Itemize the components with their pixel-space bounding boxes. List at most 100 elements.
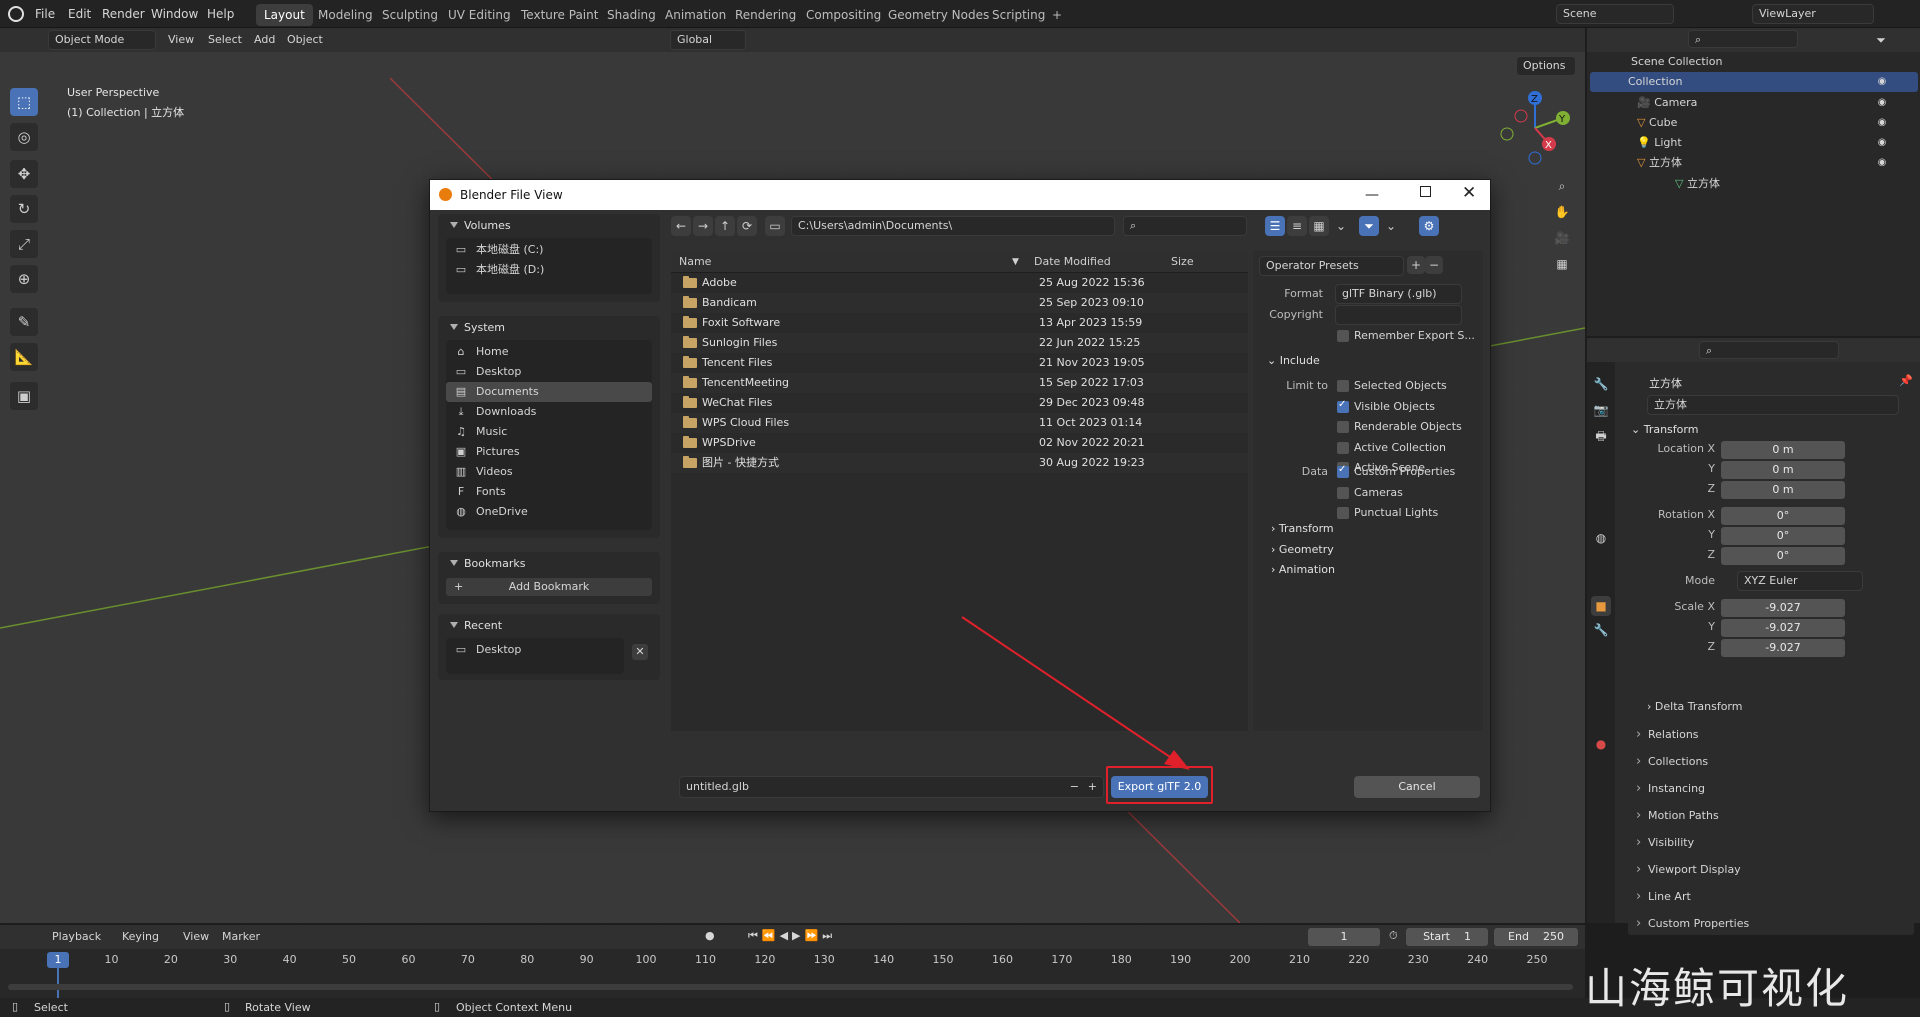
column-date[interactable]: Date Modified (1034, 251, 1111, 273)
file-row[interactable]: Bandicam 25 Sep 2023 09:10 (671, 293, 1248, 313)
remove-preset-icon[interactable]: − (1425, 256, 1443, 274)
menu-help[interactable]: Help (201, 0, 240, 28)
system-item-downloads[interactable]: ⤓ Downloads (446, 402, 652, 422)
rotate-tool-icon[interactable]: ↻ (10, 195, 38, 223)
location-y-field[interactable]: 0 m (1721, 461, 1845, 479)
system-item-desktop[interactable]: ▭ Desktop (446, 362, 652, 382)
file-row[interactable]: Foxit Software 13 Apr 2023 15:59 (671, 313, 1248, 333)
options-button[interactable]: Options (1516, 56, 1576, 76)
outliner-light[interactable]: 💡 Light (1637, 133, 1682, 153)
properties-section[interactable]: Collections (1628, 751, 1914, 773)
eye-icon[interactable]: ◉ (1876, 117, 1888, 129)
outliner-search-input[interactable]: ⌕ (1688, 30, 1798, 48)
tool-tab-icon[interactable]: 🔧 (1591, 374, 1611, 394)
transform-tool-icon[interactable]: ⊕ (10, 265, 38, 293)
file-row[interactable]: TencentMeeting 15 Sep 2022 17:03 (671, 373, 1248, 393)
tab-uv-editing[interactable]: UV Editing (440, 4, 519, 26)
include-header[interactable]: ⌄ Include (1267, 354, 1320, 367)
tab-modeling[interactable]: Modeling (310, 4, 381, 26)
delta-transform-section[interactable]: › Delta Transform (1647, 700, 1742, 713)
output-tab-icon[interactable]: 🖶 (1591, 426, 1611, 446)
forward-arrow-icon[interactable]: → (693, 216, 713, 236)
menu-add[interactable]: Add (254, 33, 275, 46)
timeline-scrollbar[interactable] (8, 984, 1573, 990)
render-tab-icon[interactable]: 📷 (1591, 400, 1611, 420)
tab-layout[interactable]: Layout (256, 4, 313, 26)
display-dropdown-icon[interactable]: ⌄ (1331, 216, 1351, 236)
file-row[interactable]: Sunlogin Files 22 Jun 2022 15:25 (671, 333, 1248, 353)
rotation-mode-selector[interactable]: XYZ Euler (1737, 571, 1863, 591)
outliner-mesh-data[interactable]: ▽ 立方体 (1675, 174, 1720, 194)
rotation-z-field[interactable]: 0° (1721, 547, 1845, 565)
file-row[interactable]: Adobe 25 Aug 2022 15:36 (671, 273, 1248, 293)
material-tab-icon[interactable]: ● (1591, 734, 1611, 754)
view-layer-selector[interactable]: ViewLayer (1752, 4, 1874, 24)
orientation-selector[interactable]: Global (670, 30, 746, 50)
system-item-home[interactable]: ⌂ Home (446, 342, 652, 362)
data-checkbox[interactable] (1337, 507, 1349, 519)
filter-icon[interactable]: ⏷ (1359, 216, 1379, 236)
copyright-input[interactable] (1335, 305, 1462, 325)
limit_to-checkbox[interactable] (1337, 421, 1349, 433)
menu-view[interactable]: View (183, 930, 209, 943)
properties-section[interactable]: Custom Properties (1628, 913, 1914, 935)
end-frame-field[interactable]: End 250 (1494, 928, 1578, 946)
new-folder-icon[interactable]: ▭ (765, 216, 785, 236)
menu-file[interactable]: File (29, 0, 61, 28)
system-item-onedrive[interactable]: ◍ OneDrive (446, 502, 652, 522)
scale-x-field[interactable]: -9.027 (1721, 599, 1845, 617)
eye-icon[interactable]: ◉ (1876, 97, 1888, 109)
limit_to-checkbox[interactable] (1337, 441, 1349, 454)
outliner-collection[interactable]: Collection (1590, 72, 1918, 92)
eye-icon[interactable]: ◉ (1876, 137, 1888, 149)
menu-marker[interactable]: Marker (222, 930, 260, 943)
file-row[interactable]: WPSDrive 02 Nov 2022 20:21 (671, 433, 1248, 453)
transform-header[interactable]: ⌄ Transform (1631, 423, 1698, 436)
pan-hand-icon[interactable]: ✋ (1552, 202, 1572, 222)
export-gltf-button[interactable]: Export glTF 2.0 (1111, 776, 1208, 798)
add-preset-icon[interactable]: + (1407, 256, 1425, 274)
world-tab-icon[interactable]: ◍ (1591, 528, 1611, 548)
file-row[interactable]: Tencent Files 21 Nov 2023 19:05 (671, 353, 1248, 373)
horizontal-list-icon[interactable]: ≡ (1287, 216, 1307, 236)
filter-dropdown-icon[interactable]: ⌄ (1381, 216, 1401, 236)
recent-item-desktop[interactable]: ▭ Desktop (446, 640, 624, 660)
limit_to-checkbox[interactable] (1337, 399, 1349, 413)
eye-icon[interactable]: ◉ (1876, 76, 1888, 88)
sort-down-icon[interactable]: ▼ (1012, 251, 1019, 273)
menu-view[interactable]: View (168, 33, 194, 46)
minimize-icon[interactable]: — (1365, 187, 1379, 203)
outliner-cube[interactable]: ▽ Cube (1637, 113, 1677, 133)
menu-render[interactable]: Render (96, 0, 151, 28)
rotation-y-field[interactable]: 0° (1721, 527, 1845, 545)
file-row[interactable]: WPS Cloud Files 11 Oct 2023 01:14 (671, 413, 1248, 433)
geometry-section[interactable]: › Geometry (1271, 543, 1334, 556)
add-cube-tool-icon[interactable]: ▣ (10, 382, 38, 410)
outliner-scene-collection[interactable]: Scene Collection (1615, 52, 1722, 72)
system-item-documents[interactable]: ▤ Documents (446, 382, 652, 402)
limit_to-checkbox[interactable] (1337, 380, 1349, 392)
gear-icon[interactable]: ⚙ (1419, 216, 1439, 236)
tab-sculpting[interactable]: Sculpting (374, 4, 446, 26)
close-icon[interactable]: ✕ (1462, 183, 1476, 203)
location-x-field[interactable]: 0 m (1721, 441, 1845, 459)
object-name-field[interactable]: 立方体 (1647, 395, 1899, 415)
zoom-icon[interactable]: ⌕ (1552, 176, 1572, 196)
menu-window[interactable]: Window (145, 0, 204, 28)
properties-section[interactable]: Viewport Display (1628, 859, 1914, 881)
tab-texture-paint[interactable]: Texture Paint (513, 4, 606, 26)
volume-d[interactable]: ▭ 本地磁盘 (D:) (446, 260, 652, 280)
system-item-videos[interactable]: ▥ Videos (446, 462, 652, 482)
scale-z-field[interactable]: -9.027 (1721, 639, 1845, 657)
playhead[interactable]: 1 (47, 952, 69, 968)
navigation-gizmo[interactable]: Z Y X (1495, 88, 1575, 168)
menu-object[interactable]: Object (287, 33, 323, 46)
start-frame-field[interactable]: Start 1 (1406, 928, 1488, 946)
maximize-icon[interactable] (1420, 186, 1431, 197)
scale-y-field[interactable]: -9.027 (1721, 619, 1845, 637)
recent-header[interactable]: Recent (438, 614, 660, 638)
tab-shading[interactable]: Shading (599, 4, 664, 26)
properties-section[interactable]: Visibility (1628, 832, 1914, 854)
file-row[interactable]: 图片 - 快捷方式 30 Aug 2022 19:23 (671, 453, 1248, 473)
outliner-camera[interactable]: 🎥 Camera (1637, 93, 1697, 113)
